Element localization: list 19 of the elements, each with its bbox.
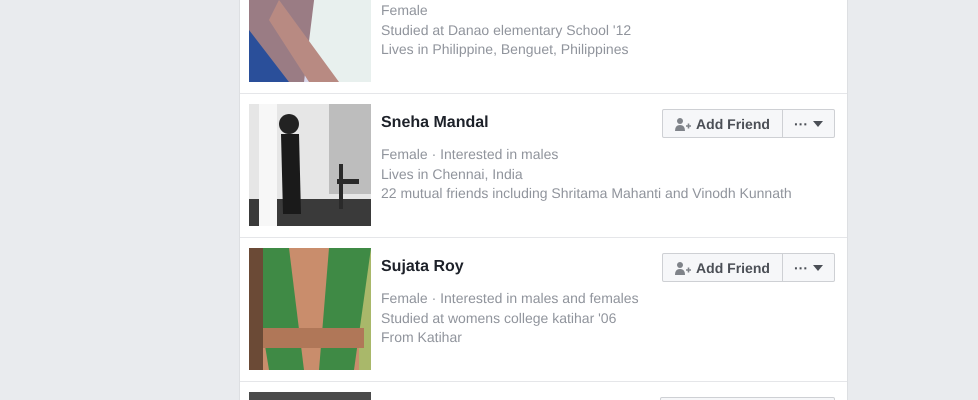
person-name[interactable]: Sujata Roy bbox=[381, 258, 464, 276]
profile-detail: Female · Interested in males bbox=[381, 145, 560, 164]
add-friend-button[interactable]: Add Friend bbox=[662, 109, 783, 138]
profile-detail: Studied at Danao elementary School '12 bbox=[381, 20, 632, 40]
profile-detail: Lives in Chennai, India bbox=[381, 164, 524, 184]
profile-detail: 22 mutual friends including Shritama Mahanti and Vinodh Kunnath bbox=[381, 184, 793, 203]
profile-detail: Female · Interested in males and females bbox=[381, 289, 640, 308]
profile-detail: Lives in Philippine, Benguet, Philippines bbox=[381, 40, 630, 59]
add-friend-button[interactable]: Add Friend bbox=[662, 253, 783, 282]
add-person-icon bbox=[675, 260, 692, 274]
caret-icon bbox=[813, 120, 823, 126]
add-person-icon bbox=[675, 116, 692, 130]
profile-detail: Studied at womens college katihar '06 bbox=[381, 308, 618, 328]
profile-detail: Female bbox=[381, 1, 429, 20]
profile-detail: From Katihar bbox=[381, 328, 463, 347]
more-options-button[interactable]: ··· bbox=[783, 253, 835, 282]
more-options-button[interactable]: ··· bbox=[783, 109, 835, 138]
caret-icon bbox=[813, 264, 823, 270]
person-name[interactable]: Sneha Mandal bbox=[381, 114, 489, 132]
